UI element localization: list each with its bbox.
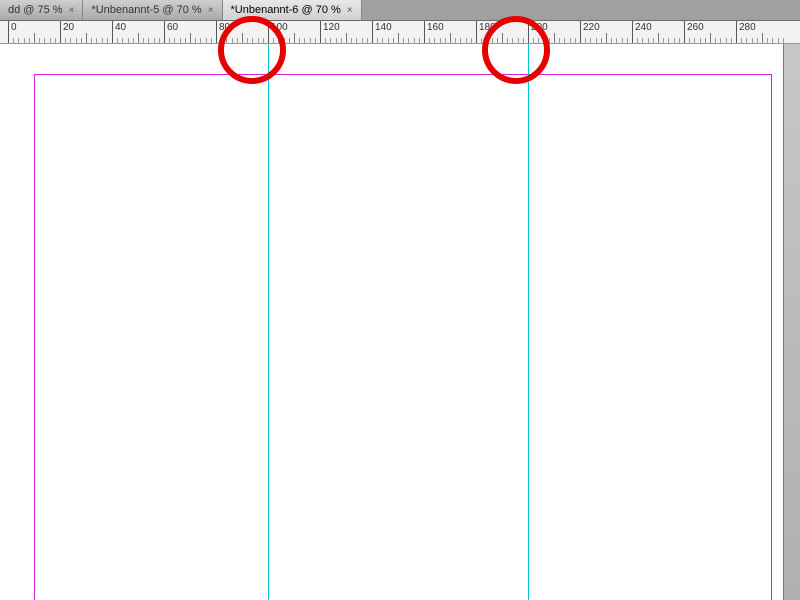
ruler-tick-label: 80: [219, 22, 230, 33]
close-icon[interactable]: ×: [347, 5, 353, 16]
ruler-tick-label: 180: [479, 22, 496, 33]
workarea: [0, 44, 800, 600]
ruler-tick-label: 40: [115, 22, 126, 33]
ruler-tick-label: 120: [323, 22, 340, 33]
vertical-scrollbar[interactable]: [783, 44, 800, 600]
ruler-tick-label: 160: [427, 22, 444, 33]
vertical-guide[interactable]: [268, 44, 269, 600]
document-tab[interactable]: *Unbenannt-5 @ 70 % ×: [83, 0, 222, 20]
page-margin-frame: [34, 74, 772, 600]
ruler-tick-label: 260: [687, 22, 704, 33]
ruler-tick-label: 60: [167, 22, 178, 33]
vertical-guide[interactable]: [528, 44, 529, 600]
app-root: dd @ 75 % × *Unbenannt-5 @ 70 % × *Unben…: [0, 0, 800, 600]
ruler-tick-label: 280: [739, 22, 756, 33]
horizontal-ruler[interactable]: 0 20 40 60 80 100 120 140 160 180 200 220 240 260 280: [0, 21, 800, 44]
tab-label: *Unbenannt-5 @ 70 %: [91, 4, 201, 16]
ruler-tick-label: 240: [635, 22, 652, 33]
document-tab[interactable]: *Unbenannt-6 @ 70 % ×: [223, 0, 362, 20]
tab-label: dd @ 75 %: [8, 4, 63, 16]
ruler-tick-label: 0: [11, 22, 17, 33]
document-tab[interactable]: dd @ 75 % ×: [0, 0, 83, 20]
ruler-tick-label: 20: [63, 22, 74, 33]
close-icon[interactable]: ×: [208, 5, 214, 16]
close-icon[interactable]: ×: [69, 5, 75, 16]
ruler-tick-label: 200: [531, 22, 548, 33]
ruler-tick-label: 220: [583, 22, 600, 33]
ruler-tick-label: 140: [375, 22, 392, 33]
ruler-tick-label: 100: [271, 22, 288, 33]
document-canvas[interactable]: [0, 44, 784, 600]
tab-label: *Unbenannt-6 @ 70 %: [231, 4, 341, 16]
document-tab-bar: dd @ 75 % × *Unbenannt-5 @ 70 % × *Unben…: [0, 0, 800, 21]
ruler-scale: 0 20 40 60 80 100 120 140 160 180 200 220 240 260 280: [0, 21, 800, 43]
